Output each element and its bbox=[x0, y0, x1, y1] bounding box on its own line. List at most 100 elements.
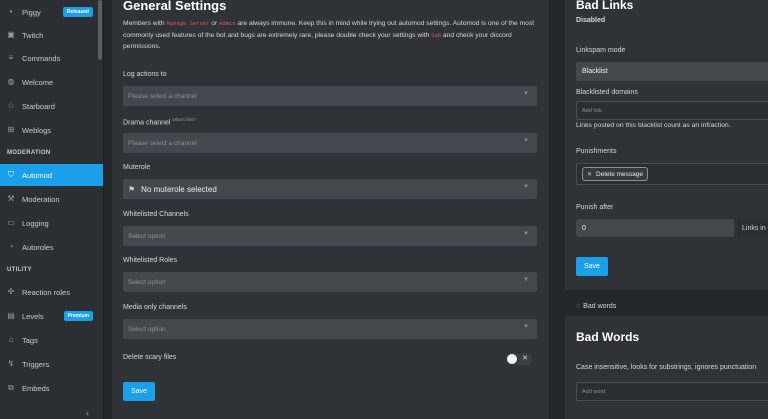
select-placeholder: Please select a channel bbox=[128, 139, 197, 147]
sidebar-item-label: Embeds bbox=[22, 383, 50, 393]
punishment-chip[interactable]: ✕ Delete message bbox=[582, 167, 649, 181]
links-in-label: Links in bbox=[737, 219, 768, 237]
description-text: or bbox=[209, 20, 220, 27]
premium-badge: Premium bbox=[63, 311, 93, 321]
sidebar-item-moderation[interactable]: ⚒ Moderation bbox=[0, 188, 103, 210]
sidebar-item-reaction-roles[interactable]: ✣ Reaction roles bbox=[0, 281, 103, 303]
description: Members with Manage Server or Admin are … bbox=[123, 18, 539, 53]
add-link-input[interactable]: Add link bbox=[576, 101, 768, 120]
chevron-down-icon: ▼ bbox=[523, 91, 529, 97]
whitelisted-roles-label: Whitelisted Roles bbox=[123, 257, 178, 264]
punish-after-input[interactable]: 0 bbox=[576, 219, 734, 237]
chevron-down-icon: ▼ bbox=[523, 231, 529, 237]
welcome-icon: ◍ bbox=[7, 77, 15, 86]
delete-scary-files-toggle[interactable]: ✕ bbox=[506, 353, 532, 365]
reaction-icon: ✣ bbox=[7, 287, 15, 296]
log-actions-label: Log actions to bbox=[123, 71, 167, 78]
sidebar-item-label: Commands bbox=[22, 53, 61, 63]
sidebar-item-tags[interactable]: ⌂ Tags bbox=[0, 329, 103, 351]
sidebar-item-autoroles[interactable]: ◔ Autoroles bbox=[0, 236, 103, 258]
punishments-select[interactable]: ✕ Delete message bbox=[576, 163, 768, 185]
linkspam-mode-select[interactable]: Blacklist bbox=[576, 62, 768, 81]
commands-icon: ≡ bbox=[8, 53, 14, 62]
sidebar-item-automod[interactable]: ⛉ Automod bbox=[0, 164, 103, 186]
media-only-select[interactable]: Select option ▼ bbox=[123, 319, 537, 339]
blacklisted-domains-label: Blacklisted domains bbox=[576, 89, 638, 96]
add-word-input[interactable]: Add word bbox=[576, 382, 768, 401]
select-placeholder: Please select a channel bbox=[128, 92, 197, 100]
released-badge: Released bbox=[63, 7, 93, 17]
triggers-icon: ↯ bbox=[7, 359, 15, 368]
general-settings-panel: General Settings Members with Manage Ser… bbox=[112, 0, 549, 419]
shield-icon: ⛉ bbox=[8, 170, 14, 179]
bad-links-title: Bad Links bbox=[576, 0, 634, 12]
sidebar-item-commands[interactable]: ≡ Commands bbox=[0, 47, 103, 69]
sidebar-item-twitch[interactable]: ▣ Twitch bbox=[0, 24, 103, 46]
star-icon: ☆ bbox=[7, 101, 15, 110]
whitelisted-channels-select[interactable]: Select option ▼ bbox=[123, 226, 537, 246]
sidebar-item-welcome[interactable]: ◍ Welcome bbox=[0, 71, 103, 93]
sidebar-item-embeds[interactable]: ⧉ Embeds bbox=[0, 377, 103, 399]
sidebar-item-label: Autoroles bbox=[22, 242, 54, 252]
sidebar-item-label: Twitch bbox=[22, 30, 44, 40]
sidebar-item-label: Automod bbox=[22, 170, 53, 180]
media-only-label: Media only channels bbox=[123, 304, 187, 311]
muterole-label: Muterole bbox=[123, 164, 151, 171]
bad-links-save-button[interactable]: Save bbox=[576, 257, 608, 276]
section-heading-moderation: MODERATION bbox=[7, 150, 51, 156]
inline-code: Admin bbox=[219, 20, 236, 27]
page-title: General Settings bbox=[123, 0, 227, 13]
drama-channel-select[interactable]: Please select a channel ▼ bbox=[123, 133, 537, 153]
select-placeholder: Select option bbox=[128, 232, 166, 240]
delete-scary-files-label: Delete scary files bbox=[123, 354, 177, 361]
sidebar-item-label: Logging bbox=[22, 218, 49, 228]
weblogs-icon: ⊞ bbox=[7, 125, 15, 134]
chat-icon: ◌ bbox=[576, 302, 581, 310]
blacklist-note: Links posted on this blacklist count as … bbox=[576, 122, 731, 129]
bad-words-tab[interactable]: ◌ Bad words bbox=[565, 296, 768, 316]
whitelisted-roles-select[interactable]: Select option ▼ bbox=[123, 272, 537, 292]
remove-icon[interactable]: ✕ bbox=[587, 171, 592, 178]
role-icon: ⚑ bbox=[128, 184, 136, 194]
punish-after-label: Punish after bbox=[576, 204, 614, 211]
log-actions-select[interactable]: Please select a channel ▼ bbox=[123, 86, 537, 106]
chevron-down-icon: ▼ bbox=[523, 184, 529, 190]
levels-icon: ▤ bbox=[7, 311, 15, 320]
inline-code: Manage Server bbox=[166, 20, 210, 27]
description-text: Members with bbox=[123, 20, 167, 27]
sidebar-item-triggers[interactable]: ↯ Triggers bbox=[0, 353, 103, 375]
whats-this-link[interactable]: what's this? bbox=[172, 117, 195, 122]
muterole-select[interactable]: ⚑ No muterole selected ▼ bbox=[123, 179, 537, 199]
sidebar-item-starboard[interactable]: ☆ Starboard bbox=[0, 95, 103, 117]
embeds-icon: ⧉ bbox=[8, 383, 14, 392]
hammer-icon: ⚒ bbox=[7, 194, 15, 203]
sidebar-item-piggy[interactable]: ▪ Piggy Released bbox=[0, 1, 103, 23]
sidebar-item-label: Levels bbox=[22, 311, 44, 321]
select-placeholder: Select option bbox=[128, 325, 166, 333]
sidebar-item-levels[interactable]: ▤ Levels Premium bbox=[0, 305, 103, 327]
sidebar-item-label: Triggers bbox=[22, 359, 50, 369]
sidebar-item-logging[interactable]: ▭ Logging bbox=[0, 212, 103, 234]
sidebar-item-label: Tags bbox=[22, 335, 38, 345]
drama-channel-label-text: Drama channel bbox=[123, 119, 171, 127]
logging-icon: ▭ bbox=[7, 218, 15, 227]
chevron-down-icon: ▼ bbox=[523, 277, 529, 283]
bad-words-tab-label: Bad words bbox=[583, 302, 617, 310]
sidebar-item-label: Reaction roles bbox=[22, 287, 70, 297]
sidebar-item-weblogs[interactable]: ⊞ Weblogs bbox=[0, 119, 103, 141]
autoroles-icon: ◔ bbox=[8, 242, 14, 251]
chevron-left-icon[interactable]: ‹ bbox=[86, 408, 89, 418]
sidebar-item-label: Moderation bbox=[22, 194, 60, 204]
save-button[interactable]: Save bbox=[123, 382, 155, 401]
muterole-value: No muterole selected bbox=[141, 184, 217, 194]
pig-icon: ▪ bbox=[9, 7, 13, 16]
sidebar-item-label: Piggy bbox=[22, 7, 41, 17]
bad-words-note: Case insensitive, looks for substrings, … bbox=[576, 364, 757, 371]
status-text: Disabled bbox=[576, 17, 606, 24]
sidebar: ▪ Piggy Released ▣ Twitch ≡ Commands ◍ W… bbox=[0, 0, 104, 419]
section-heading-utility: UTILITY bbox=[7, 267, 32, 273]
bad-words-panel: Bad Words Case insensitive, looks for su… bbox=[565, 316, 768, 419]
inline-code: Sub bbox=[431, 31, 442, 39]
punishments-label: Punishments bbox=[576, 148, 617, 155]
tag-icon: ⌂ bbox=[8, 335, 14, 344]
